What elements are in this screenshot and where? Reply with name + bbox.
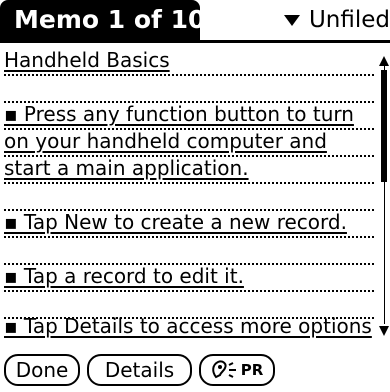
beam-button[interactable]: PR xyxy=(199,354,275,386)
scroll-down-arrow-icon[interactable] xyxy=(379,326,389,336)
memo-title: Memo 1 of 10 xyxy=(14,5,206,34)
details-button[interactable]: Details xyxy=(87,354,192,386)
memo-line: ▪ Tap New to create a new record. xyxy=(4,208,374,238)
memo-line: start a main application. xyxy=(4,154,374,184)
memo-line: ▪ Tap a record to edit it. xyxy=(4,262,374,292)
title-rule xyxy=(0,40,390,43)
scroll-up-arrow-icon[interactable] xyxy=(379,56,389,66)
scroll-thumb[interactable] xyxy=(381,70,387,182)
triangle-down-icon xyxy=(283,14,300,26)
memo-line: on your handheld computer and xyxy=(4,127,374,157)
memo-line: ▪ Tap Details to access more options xyxy=(4,312,374,340)
memo-line: ▪ Press any function button to turn xyxy=(4,100,374,130)
memo-line-text: ▪ Press any function button to turn xyxy=(4,102,354,126)
category-picker[interactable]: Unfiled xyxy=(283,4,390,36)
memo-line-text: ▪ Tap Details to access more options xyxy=(4,314,372,338)
beam-label: PR xyxy=(240,361,264,379)
scrollbar[interactable] xyxy=(379,56,390,336)
memo-line xyxy=(4,73,374,103)
memo-line-text: ▪ Tap New to create a new record. xyxy=(4,210,347,234)
beam-infrared-icon xyxy=(211,360,236,379)
memo-text-area[interactable]: Handheld Basics ▪ Press any function but… xyxy=(0,46,375,340)
memo-line-text: Handheld Basics xyxy=(4,48,170,72)
title-tab[interactable]: Memo 1 of 10 xyxy=(0,0,205,40)
memo-line: Handheld Basics xyxy=(4,46,374,76)
memo-line-text: on your handheld computer and xyxy=(4,129,327,153)
memo-line-text: start a main application. xyxy=(4,156,249,180)
done-button[interactable]: Done xyxy=(4,354,80,386)
memo-line xyxy=(4,181,374,211)
memo-line xyxy=(4,235,374,265)
memo-line-text: ▪ Tap a record to edit it. xyxy=(4,264,244,288)
category-label: Unfiled xyxy=(308,7,390,33)
